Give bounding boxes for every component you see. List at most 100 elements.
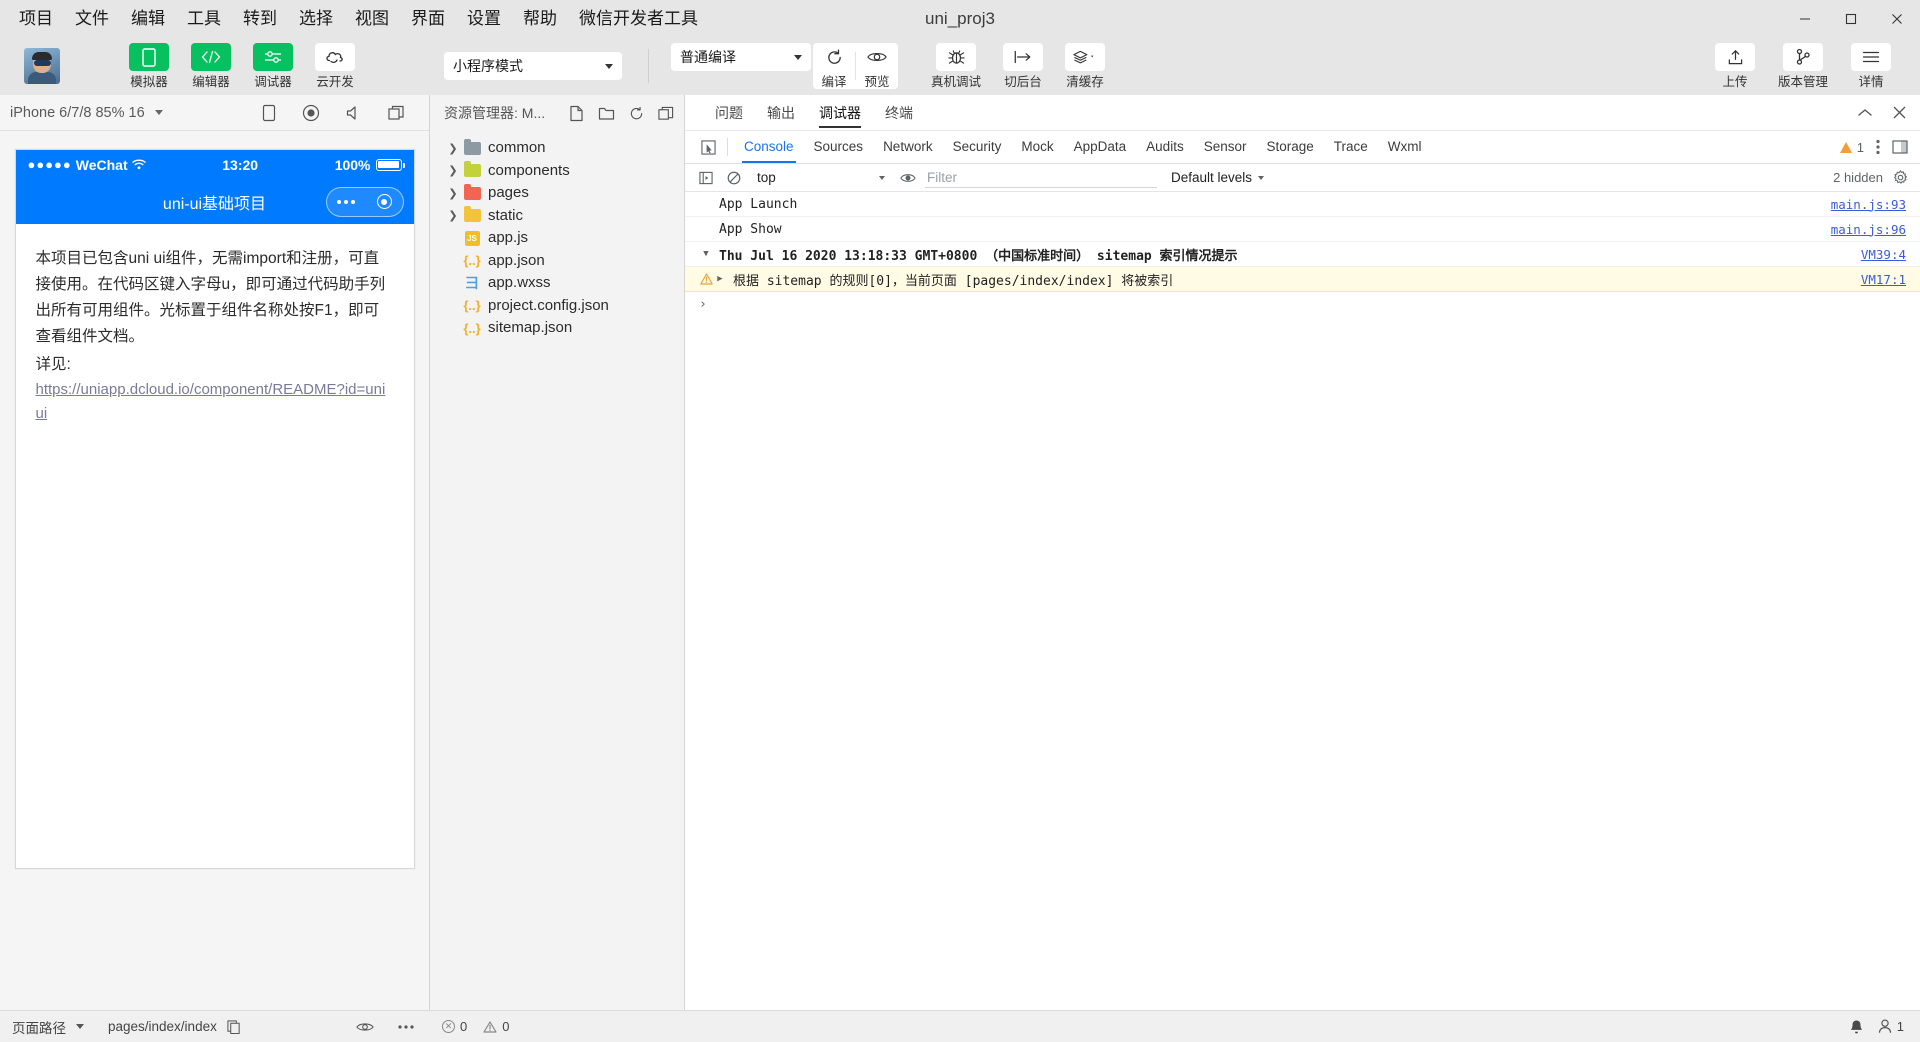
tree-item-app-wxss[interactable]: ❯ 彐 app.wxss bbox=[430, 272, 684, 295]
panel-tab-output[interactable]: 输出 bbox=[755, 95, 807, 131]
maximize-button[interactable] bbox=[1828, 0, 1874, 37]
error-count[interactable]: ✕ 0 bbox=[442, 1019, 467, 1034]
file-tree[interactable]: ❯ common ❯ components ❯ pages ❯ bbox=[430, 131, 684, 1010]
toolbar-button-preview[interactable] bbox=[856, 43, 898, 71]
toolbar-button-background[interactable]: 切后台 bbox=[992, 43, 1054, 89]
panel-tab-problems[interactable]: 问题 bbox=[703, 95, 755, 131]
tab-sensor[interactable]: Sensor bbox=[1194, 131, 1257, 163]
page-path-value-group[interactable]: pages/index/index bbox=[96, 1011, 253, 1042]
menu-item-file[interactable]: 文件 bbox=[64, 5, 120, 33]
toolbar-button-simulator[interactable]: 模拟器 bbox=[118, 43, 180, 89]
console-log-list[interactable]: App Launch main.js:93 App Show main.js:9… bbox=[685, 192, 1920, 1010]
menu-item-tools[interactable]: 工具 bbox=[176, 5, 232, 33]
toolbar-button-compile[interactable] bbox=[813, 43, 855, 71]
panel-tab-debugger[interactable]: 调试器 bbox=[807, 95, 873, 131]
copy-icon[interactable] bbox=[227, 1020, 241, 1034]
menu-item-settings[interactable]: 设置 bbox=[456, 5, 512, 33]
toolbar-button-clear-cache[interactable]: 清缓存 bbox=[1054, 43, 1116, 89]
tab-network[interactable]: Network bbox=[873, 131, 943, 163]
target-icon[interactable] bbox=[377, 194, 392, 209]
triangle-right-icon[interactable]: ▶ bbox=[713, 274, 727, 284]
tab-sources[interactable]: Sources bbox=[804, 131, 874, 163]
toolbar-button-upload[interactable]: 上传 bbox=[1704, 43, 1766, 89]
toolbar-button-editor[interactable]: 编辑器 bbox=[180, 43, 242, 89]
new-folder-icon[interactable] bbox=[598, 106, 615, 121]
tab-security[interactable]: Security bbox=[943, 131, 1012, 163]
panel-tab-terminal[interactable]: 终端 bbox=[873, 95, 925, 131]
minimize-button[interactable] bbox=[1782, 0, 1828, 37]
log-row-warning[interactable]: ▶ 根据 sitemap 的规则[0]，当前页面 [pages/index/in… bbox=[685, 267, 1920, 292]
log-row[interactable]: App Show main.js:96 bbox=[685, 217, 1920, 242]
tab-wxml[interactable]: Wxml bbox=[1378, 131, 1432, 163]
sidebar-toggle-icon[interactable] bbox=[695, 167, 717, 189]
tab-appdata[interactable]: AppData bbox=[1064, 131, 1137, 163]
log-row-group[interactable]: ▼ Thu Jul 16 2020 13:18:33 GMT+0800 （中国标… bbox=[685, 242, 1920, 267]
menu-item-interface[interactable]: 界面 bbox=[400, 5, 456, 33]
log-source-link[interactable]: main.js:96 bbox=[1831, 222, 1906, 237]
console-filter-input[interactable] bbox=[925, 168, 1157, 188]
more-vertical-icon[interactable] bbox=[1876, 139, 1880, 155]
chevron-right-icon[interactable]: ❯ bbox=[444, 162, 462, 180]
tab-console[interactable]: Console bbox=[734, 131, 804, 163]
more-horizontal-icon[interactable] bbox=[398, 1025, 414, 1029]
gear-icon[interactable] bbox=[1893, 170, 1908, 185]
volume-icon[interactable] bbox=[346, 105, 362, 121]
tree-item-project-config-json[interactable]: ❯ {..} project.config.json bbox=[430, 295, 684, 318]
console-context-select[interactable]: top bbox=[751, 167, 891, 189]
refresh-icon[interactable] bbox=[629, 106, 644, 121]
page-path-select[interactable]: 页面路径 bbox=[10, 1011, 96, 1042]
compile-select[interactable]: 普通编译 bbox=[671, 43, 811, 71]
chevron-right-icon[interactable]: ❯ bbox=[444, 139, 462, 157]
tree-item-components[interactable]: ❯ components bbox=[430, 160, 684, 183]
status-counts-section[interactable]: ✕ 0 0 bbox=[430, 1011, 685, 1042]
mode-select[interactable]: 小程序模式 bbox=[444, 52, 622, 80]
user-count[interactable]: 1 bbox=[1878, 1019, 1904, 1034]
menu-item-devtools[interactable]: 微信开发者工具 bbox=[568, 5, 709, 33]
tree-item-app-js[interactable]: ❯ JS app.js bbox=[430, 227, 684, 250]
more-dots-icon[interactable] bbox=[337, 200, 355, 204]
avatar[interactable] bbox=[24, 48, 60, 84]
menu-item-help[interactable]: 帮助 bbox=[512, 5, 568, 33]
maximize-panel-icon[interactable] bbox=[1857, 108, 1873, 118]
chevron-right-icon[interactable]: ❯ bbox=[444, 184, 462, 202]
log-source-link[interactable]: main.js:93 bbox=[1831, 197, 1906, 212]
tree-item-static[interactable]: ❯ static bbox=[430, 205, 684, 228]
tab-trace[interactable]: Trace bbox=[1324, 131, 1378, 163]
tree-item-app-json[interactable]: ❯ {..} app.json bbox=[430, 250, 684, 273]
device-rotate-icon[interactable] bbox=[262, 104, 276, 122]
console-levels-select[interactable]: Default levels bbox=[1171, 170, 1264, 185]
warning-count-badge[interactable]: 1 bbox=[1840, 140, 1864, 155]
log-source-link[interactable]: VM39:4 bbox=[1861, 247, 1906, 262]
menu-item-goto[interactable]: 转到 bbox=[232, 5, 288, 33]
chevron-right-icon[interactable]: ❯ bbox=[444, 207, 462, 225]
toolbar-button-debugger[interactable]: 调试器 bbox=[242, 43, 304, 89]
collapse-all-icon[interactable] bbox=[658, 106, 674, 121]
eye-icon[interactable] bbox=[356, 1021, 374, 1033]
menu-item-project[interactable]: 项目 bbox=[8, 5, 64, 33]
record-icon[interactable] bbox=[302, 104, 320, 122]
tree-item-sitemap-json[interactable]: ❯ {..} sitemap.json bbox=[430, 317, 684, 340]
close-panel-icon[interactable] bbox=[1893, 106, 1906, 119]
notification-icon[interactable] bbox=[1849, 1019, 1864, 1035]
toolbar-button-cloud[interactable]: 云开发 bbox=[304, 43, 366, 89]
toolbar-button-real-device-debug[interactable]: 真机调试 bbox=[920, 43, 992, 89]
dock-side-icon[interactable] bbox=[1892, 140, 1908, 154]
new-file-icon[interactable] bbox=[569, 105, 584, 122]
tab-audits[interactable]: Audits bbox=[1136, 131, 1194, 163]
tab-storage[interactable]: Storage bbox=[1256, 131, 1323, 163]
toolbar-button-details[interactable]: 详情 bbox=[1840, 43, 1902, 89]
phone-doc-link[interactable]: https://uniapp.dcloud.io/component/READM… bbox=[36, 378, 394, 426]
warning-count[interactable]: 0 bbox=[483, 1019, 509, 1034]
menu-item-select[interactable]: 选择 bbox=[288, 5, 344, 33]
multi-window-icon[interactable] bbox=[388, 105, 405, 121]
tree-item-common[interactable]: ❯ common bbox=[430, 137, 684, 160]
close-button[interactable] bbox=[1874, 0, 1920, 37]
console-prompt[interactable]: › bbox=[685, 292, 1920, 316]
triangle-down-icon[interactable]: ▼ bbox=[699, 249, 713, 259]
log-source-link[interactable]: VM17:1 bbox=[1861, 272, 1906, 287]
log-row[interactable]: App Launch main.js:93 bbox=[685, 192, 1920, 217]
device-select[interactable]: iPhone 6/7/8 85% 16 bbox=[10, 105, 163, 121]
inspect-element-icon[interactable] bbox=[695, 134, 721, 160]
clear-console-icon[interactable] bbox=[723, 167, 745, 189]
live-expression-icon[interactable] bbox=[897, 167, 919, 189]
